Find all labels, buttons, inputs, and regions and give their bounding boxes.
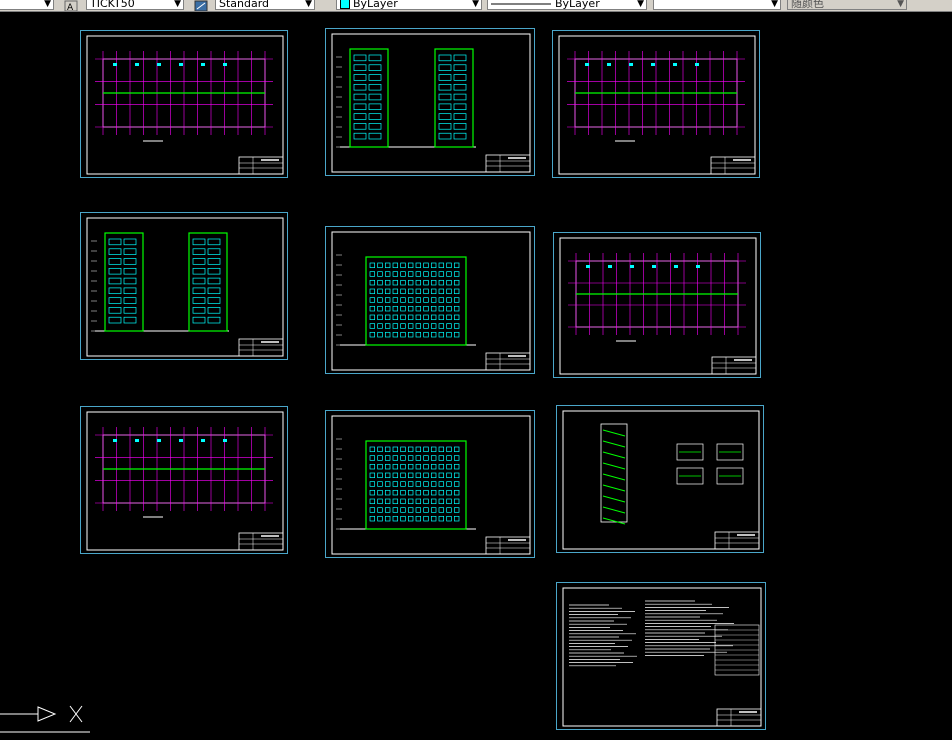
drawing-sheet-4[interactable]	[80, 212, 288, 360]
sheet-drawing	[86, 411, 284, 551]
drawing-sheet-3[interactable]	[552, 30, 760, 178]
sheet-drawing	[559, 237, 757, 375]
dimension-style-icon[interactable]	[194, 0, 208, 11]
sheet-drawing	[331, 415, 531, 555]
svg-text:A: A	[67, 3, 74, 12]
sheet-drawing	[562, 587, 762, 727]
sheet-drawing	[331, 33, 531, 173]
dimension-style-dropdown[interactable]: Standard ▼	[215, 0, 315, 10]
chevron-down-icon: ▼	[897, 0, 904, 9]
drawing-sheet-9[interactable]	[556, 405, 764, 553]
text-style-value: TICKT50	[90, 0, 135, 10]
sheet-drawing	[558, 35, 756, 175]
color-dropdown[interactable]: ByLayer ▼	[336, 0, 482, 10]
drawing-sheet-5[interactable]	[325, 226, 535, 374]
plot-style-dropdown[interactable]: 随颜色 ▼	[787, 0, 907, 10]
chevron-down-icon: ▼	[305, 0, 312, 9]
linetype-dropdown[interactable]: ByLayer ▼	[487, 0, 647, 10]
lineweight-dropdown[interactable]: ▼	[653, 0, 781, 10]
sheet-drawing	[86, 35, 284, 175]
linetype-value: ByLayer	[555, 0, 600, 10]
drawing-sheet-1[interactable]	[80, 30, 288, 178]
previous-dropdown[interactable]: ▼	[0, 0, 54, 10]
text-style-icon[interactable]: A	[64, 0, 78, 12]
sheet-drawing	[562, 410, 760, 550]
drawing-sheet-6[interactable]	[553, 232, 761, 378]
drawing-sheet-10[interactable]	[556, 582, 766, 730]
drawing-sheet-8[interactable]	[325, 410, 535, 558]
chevron-down-icon: ▼	[174, 0, 181, 9]
dimension-style-value: Standard	[219, 0, 270, 10]
chevron-down-icon: ▼	[44, 0, 51, 9]
color-value: ByLayer	[353, 0, 398, 10]
chevron-down-icon: ▼	[637, 0, 644, 9]
chevron-down-icon: ▼	[771, 0, 778, 9]
plot-style-value: 随颜色	[791, 0, 824, 10]
properties-toolbar: ▼ A TICKT50 ▼ Standard ▼ ByLayer ▼ ByLayer ▼…	[0, 0, 952, 12]
ucs-icon	[0, 697, 110, 737]
drawing-sheet-7[interactable]	[80, 406, 288, 554]
drawing-sheet-2[interactable]	[325, 28, 535, 176]
sheet-drawing	[331, 231, 531, 371]
chevron-down-icon: ▼	[472, 0, 479, 9]
sheet-drawing	[86, 217, 284, 357]
text-style-dropdown[interactable]: TICKT50 ▼	[86, 0, 184, 10]
color-swatch-icon	[340, 0, 350, 9]
